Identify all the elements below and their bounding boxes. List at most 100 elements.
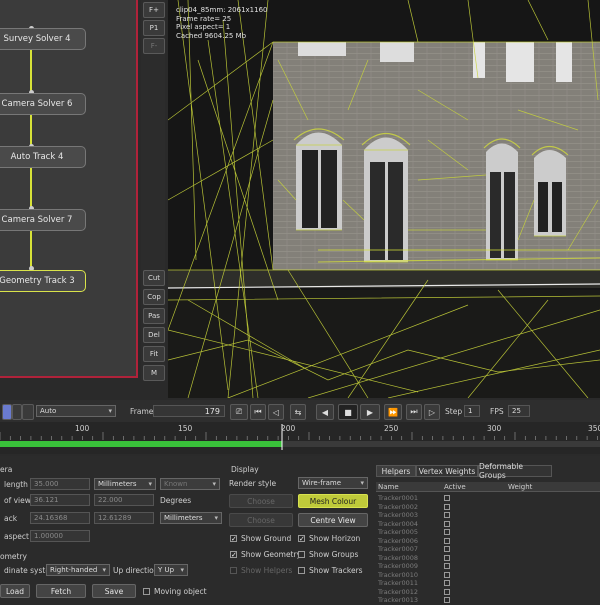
view-mode-icon[interactable] xyxy=(2,404,12,420)
fps-input[interactable]: 25 xyxy=(508,405,530,417)
step-back-icon[interactable]: ◀ xyxy=(316,404,334,420)
node-survey-solver[interactable]: Survey Solver 4 xyxy=(0,28,86,50)
timeline[interactable]: 100 150 200 250 300 350 xyxy=(0,422,600,454)
view-mode-icon[interactable] xyxy=(12,404,22,420)
table-row[interactable]: Tracker0008 xyxy=(376,554,600,563)
fov-input-1[interactable]: 36.121 xyxy=(30,494,90,506)
tracker-active-checkbox[interactable] xyxy=(444,580,450,586)
table-row[interactable]: Tracker0002 xyxy=(376,503,600,512)
tracker-active-checkbox[interactable] xyxy=(444,495,450,501)
tick-label: 250 xyxy=(384,424,399,433)
key-back-icon[interactable]: ◁ xyxy=(268,404,284,420)
length-unit-dropdown[interactable]: Millimeters xyxy=(94,478,156,490)
mesh-colour-button[interactable]: Mesh Colour xyxy=(298,494,368,508)
show-ground-checkbox[interactable]: ✓ xyxy=(230,535,237,543)
tracker-name: Tracker0011 xyxy=(378,579,418,587)
frame-input[interactable]: 179 xyxy=(153,405,225,417)
table-row[interactable]: Tracker0001 xyxy=(376,494,600,503)
fit-button[interactable]: Fit xyxy=(143,346,165,362)
tab-deformable-groups[interactable]: Deformable Groups xyxy=(478,462,552,480)
frame-plus-button[interactable]: F+ xyxy=(143,2,165,18)
filmback-input-2[interactable]: 12.61289 xyxy=(94,512,154,524)
centre-view-button[interactable]: Centre View xyxy=(298,513,368,527)
table-row[interactable]: Tracker0006 xyxy=(376,537,600,546)
node-camera-solver-6[interactable]: Camera Solver 6 xyxy=(0,93,86,115)
tab-helpers[interactable]: Helpers xyxy=(376,465,416,477)
tracker-active-checkbox[interactable] xyxy=(444,597,450,603)
jump-start-icon[interactable]: ⏮ xyxy=(250,404,266,420)
step-input[interactable]: 1 xyxy=(464,405,480,417)
focal-length-input[interactable]: 35.000 xyxy=(30,478,90,490)
tab-vertex-weights[interactable]: Vertex Weights xyxy=(416,465,478,477)
menu-button[interactable]: M xyxy=(143,365,165,381)
window xyxy=(380,42,414,62)
playback-mode-dropdown[interactable]: Auto xyxy=(36,405,116,417)
node-graph[interactable]: Survey Solver 4 Camera Solver 6 Auto Tra… xyxy=(0,0,138,378)
choose-button[interactable]: Choose xyxy=(229,494,293,508)
table-row[interactable]: Tracker0003 xyxy=(376,511,600,520)
node-label: Camera Solver 6 xyxy=(1,99,73,109)
fetch-button[interactable]: Fetch xyxy=(36,584,86,598)
table-row[interactable]: Tracker0010 xyxy=(376,571,600,580)
tracker-active-checkbox[interactable] xyxy=(444,503,450,510)
play-icon[interactable]: ▶ xyxy=(360,404,380,420)
cut-button[interactable]: Cut xyxy=(143,270,165,286)
show-helpers-checkbox[interactable] xyxy=(230,567,237,574)
node-geometry-track[interactable]: Geometry Track 3 xyxy=(0,270,86,292)
show-trackers-checkbox[interactable] xyxy=(298,567,305,574)
fast-forward-icon[interactable]: ⏩ xyxy=(384,404,402,420)
jump-end-icon[interactable]: ⏭ xyxy=(406,404,422,420)
table-row[interactable]: Tracker0004 xyxy=(376,520,600,529)
tracker-active-checkbox[interactable] xyxy=(444,554,450,561)
show-geometry-checkbox[interactable]: ✓ xyxy=(230,551,237,559)
stop-icon[interactable]: ■ xyxy=(338,404,358,420)
tracker-active-checkbox[interactable] xyxy=(444,546,450,552)
column-active[interactable]: Active xyxy=(444,483,466,491)
bottom-panels: era length 35.000 Millimeters Known of v… xyxy=(0,456,600,604)
show-horizon-checkbox[interactable]: ✓ xyxy=(298,535,305,543)
viewport[interactable] xyxy=(168,0,600,398)
tracker-active-checkbox[interactable] xyxy=(444,588,450,595)
frame-minus-button[interactable]: F- xyxy=(143,38,165,54)
tracker-active-checkbox[interactable] xyxy=(444,520,450,527)
save-button[interactable]: Save xyxy=(92,584,136,598)
moving-object-checkbox[interactable] xyxy=(143,588,150,595)
table-row[interactable]: Tracker0011 xyxy=(376,579,600,588)
filmback-input-1[interactable]: 24.16368 xyxy=(30,512,90,524)
known-dropdown[interactable]: Known xyxy=(160,478,220,490)
filmback-unit-dropdown[interactable]: Millimeters xyxy=(160,512,222,524)
tracker-active-checkbox[interactable] xyxy=(444,537,450,544)
node-auto-track[interactable]: Auto Track 4 xyxy=(0,146,86,168)
view-mode-icon[interactable] xyxy=(22,404,34,420)
node-camera-solver-7[interactable]: Camera Solver 7 xyxy=(0,209,86,231)
p1-button[interactable]: P1 xyxy=(143,20,165,36)
arched-window xyxy=(364,137,408,262)
table-row[interactable]: Tracker0007 xyxy=(376,545,600,554)
key-forward-icon[interactable]: ▷ xyxy=(424,404,440,420)
copy-button[interactable]: Cop xyxy=(143,289,165,305)
show-groups-checkbox[interactable] xyxy=(298,551,305,558)
column-weight[interactable]: Weight xyxy=(508,483,532,491)
loop-icon[interactable]: ⇆ xyxy=(290,404,306,420)
fov-input-2[interactable]: 22.000 xyxy=(94,494,154,506)
table-row[interactable]: Tracker0012 xyxy=(376,588,600,597)
tracker-active-checkbox[interactable] xyxy=(444,512,450,518)
table-row[interactable]: Tracker0013 xyxy=(376,596,600,605)
column-name[interactable]: Name xyxy=(378,483,399,491)
fit-frame-icon[interactable]: ⎚ xyxy=(230,404,248,420)
delete-button[interactable]: Del xyxy=(143,327,165,343)
paste-button[interactable]: Pas xyxy=(143,308,165,324)
pixel-aspect-input[interactable]: 1.00000 xyxy=(30,530,90,542)
node-label: Auto Track 4 xyxy=(10,152,64,162)
tracker-active-checkbox[interactable] xyxy=(444,571,450,578)
up-direction-dropdown[interactable]: Y Up xyxy=(154,564,188,576)
render-style-dropdown[interactable]: Wire-frame xyxy=(298,477,368,489)
coordinate-system-dropdown[interactable]: Right-handed xyxy=(46,564,110,576)
tracker-active-checkbox[interactable] xyxy=(444,529,450,535)
table-row[interactable]: Tracker0005 xyxy=(376,528,600,537)
tracker-active-checkbox[interactable] xyxy=(444,563,450,569)
table-row[interactable]: Tracker0009 xyxy=(376,562,600,571)
load-button[interactable]: Load xyxy=(0,584,30,598)
tracker-name: Tracker0012 xyxy=(378,587,418,596)
choose-button-2[interactable]: Choose xyxy=(229,513,293,527)
